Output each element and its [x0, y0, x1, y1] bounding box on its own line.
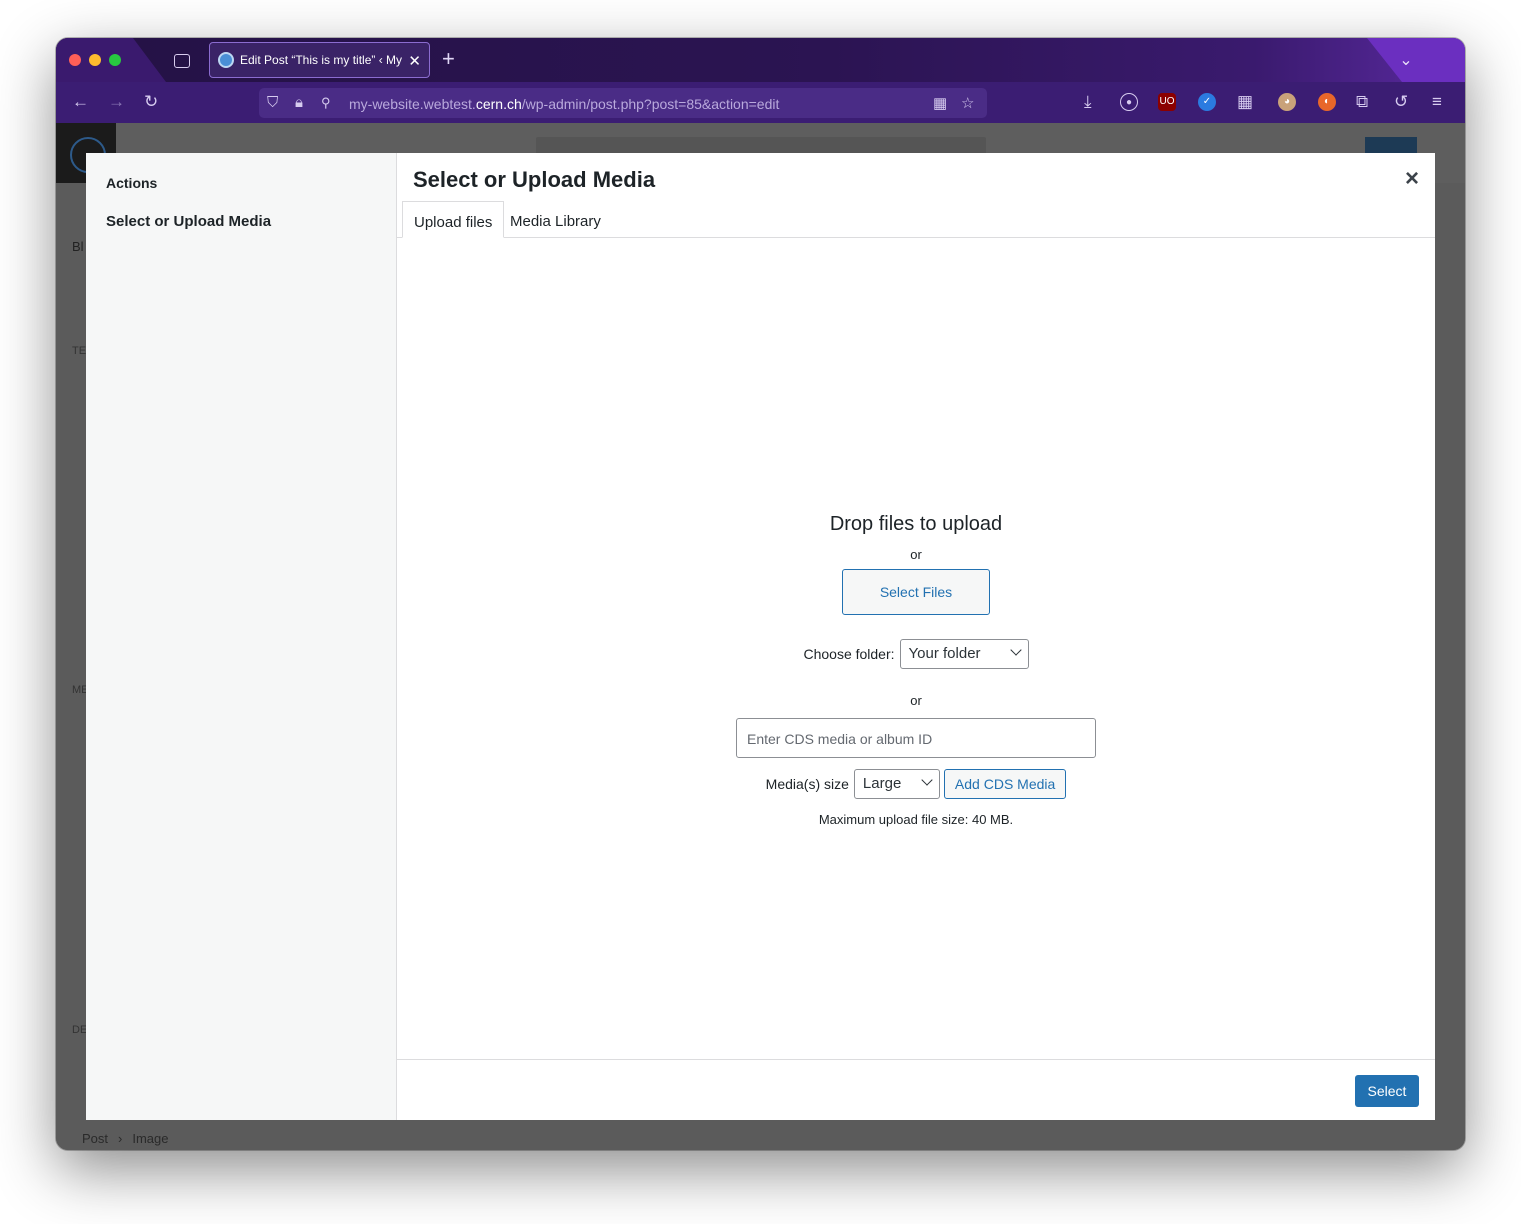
maximize-window-button[interactable] [109, 54, 121, 66]
chevron-down-icon [1009, 644, 1022, 656]
url-text[interactable]: my-website.webtest.cern.ch/wp-admin/post… [349, 96, 779, 112]
lock-icon[interactable]: 🔒︎ [295, 94, 303, 111]
address-bar[interactable]: ⛉ 🔒︎ ⚲ my-website.webtest.cern.ch/wp-adm… [259, 88, 987, 118]
new-tab-icon[interactable]: + [442, 48, 455, 70]
ublock-icon[interactable]: UO [1158, 93, 1176, 111]
close-window-button[interactable] [69, 54, 81, 66]
nav-bar: ← → ↻ ⛉ 🔒︎ ⚲ my-website.webtest.cern.ch/… [56, 82, 1465, 123]
browser-window: Edit Post “This is my title” ‹ My ✕ + ⌄ … [56, 38, 1465, 1150]
menu-item-select-upload[interactable]: Select or Upload Media [106, 213, 271, 230]
modal-footer: Select [397, 1059, 1435, 1120]
tab-title: Edit Post “This is my title” ‹ My [240, 53, 403, 67]
or-separator: or [910, 693, 922, 708]
sidebar-label-block: Bl [72, 239, 84, 254]
drop-files-title: Drop files to upload [829, 513, 1003, 535]
close-modal-button[interactable]: × [1405, 167, 1419, 191]
close-tab-icon[interactable]: ✕ [408, 52, 421, 70]
cds-id-input[interactable]: Enter CDS media or album ID [736, 718, 1096, 758]
breadcrumb-separator: › [118, 1131, 123, 1146]
media-size-row: Media(s) size Large Add CDS Media [397, 769, 1435, 799]
back-icon[interactable]: ← [72, 92, 89, 112]
site-favicon-icon [218, 52, 234, 68]
add-cds-media-button[interactable]: Add CDS Media [943, 769, 1067, 799]
choose-folder-row: Choose folder: Your folder [397, 639, 1435, 669]
puzzle-icon[interactable]: ⧉ [1356, 92, 1368, 112]
duckduckgo-icon[interactable]: ◐ [1318, 93, 1336, 111]
reload-icon[interactable]: ↻ [144, 92, 158, 112]
tab-overview-icon[interactable] [172, 52, 190, 68]
breadcrumb: Post › Image [82, 1131, 169, 1146]
owl-extension-icon[interactable]: ◕ [1278, 93, 1296, 111]
sync-icon[interactable]: ↺ [1394, 92, 1408, 112]
check-extension-icon[interactable]: ✓ [1198, 93, 1216, 111]
extensions-grid-icon[interactable]: ▦ [1237, 92, 1253, 112]
breadcrumb-post[interactable]: Post [82, 1131, 108, 1146]
downloads-icon[interactable]: ⤓ [1084, 92, 1092, 112]
choose-folder-label: Choose folder: [803, 646, 895, 662]
tab-media-library[interactable]: Media Library [499, 201, 612, 238]
account-icon[interactable]: ● [1120, 93, 1138, 111]
select-files-button[interactable]: Select Files [842, 569, 990, 615]
media-modal: Actions Select or Upload Media Select or… [86, 153, 1435, 1120]
menu-icon[interactable]: ≡ [1432, 92, 1442, 112]
menu-heading: Actions [106, 175, 158, 191]
tab-list-chevron-icon[interactable]: ⌄ [1391, 50, 1421, 70]
browser-tab-active[interactable]: Edit Post “This is my title” ‹ My ✕ [209, 42, 430, 78]
upload-area: Drop files to upload or Select Files Cho… [397, 238, 1435, 1059]
sidebar-label-dimensions: DE [72, 1024, 88, 1036]
media-size-select[interactable]: Large [853, 769, 940, 799]
media-tabs: Upload files Media Library [397, 201, 1435, 238]
tab-strip: Edit Post “This is my title” ‹ My ✕ + ⌄ [56, 38, 1465, 82]
sidebar-label-text: TE [72, 345, 87, 357]
permissions-icon[interactable]: ⚲ [321, 95, 331, 111]
modal-menu: Actions Select or Upload Media [86, 153, 397, 1120]
max-upload-size: Maximum upload file size: 40 MB. [818, 812, 1014, 827]
minimize-window-button[interactable] [89, 54, 101, 66]
modal-title: Select or Upload Media [413, 167, 656, 192]
chevron-down-icon [921, 774, 933, 786]
select-button[interactable]: Select [1355, 1075, 1419, 1107]
breadcrumb-image[interactable]: Image [132, 1131, 168, 1146]
qr-code-icon[interactable]: ▦ [933, 94, 947, 112]
folder-select[interactable]: Your folder [899, 639, 1029, 669]
shield-icon[interactable]: ⛉ [267, 94, 278, 111]
forward-icon[interactable]: → [108, 92, 125, 112]
tab-upload-files[interactable]: Upload files [402, 201, 505, 238]
or-separator: or [910, 547, 922, 562]
bookmark-star-icon[interactable]: ☆ [961, 94, 974, 112]
media-size-label: Media(s) size [765, 776, 849, 792]
